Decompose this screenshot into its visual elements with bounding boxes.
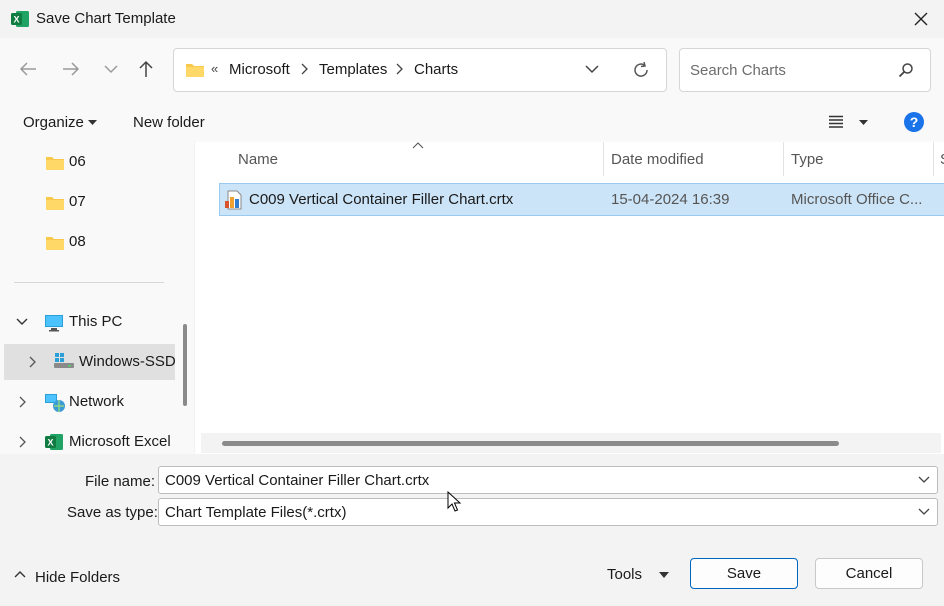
navigation-pane: 06 07 08 This PC Windows-SSD Network X M… [0, 142, 194, 454]
chevron-right-icon[interactable] [396, 62, 404, 76]
chevron-down-icon[interactable] [918, 476, 930, 484]
folder-icon [46, 197, 64, 210]
save-as-type-select[interactable]: Chart Template Files(*.crtx) [158, 498, 938, 526]
table-row[interactable]: C009 Vertical Container Filler Chart.crt… [219, 183, 944, 216]
breadcrumb-templates[interactable]: Templates [319, 61, 387, 78]
sidebar-item-label: 06 [69, 153, 86, 170]
refresh-icon[interactable] [632, 61, 650, 79]
drive-icon [54, 353, 74, 368]
sort-ascending-icon [412, 142, 424, 149]
column-divider[interactable] [933, 142, 934, 176]
caret-down-icon[interactable] [859, 120, 868, 125]
sidebar-item-label: This PC [69, 313, 123, 330]
new-folder-button[interactable]: New folder [133, 114, 205, 131]
hide-folders-button[interactable]: Hide Folders [35, 569, 120, 586]
folder-icon [46, 157, 64, 170]
sidebar-item-windows-ssd[interactable]: Windows-SSD [4, 344, 176, 380]
chart-template-file-icon [225, 190, 242, 210]
file-type: Microsoft Office C... [791, 191, 923, 208]
command-bar: Organize New folder ? [0, 102, 944, 142]
chevron-up-icon[interactable] [14, 570, 26, 578]
chevron-down-icon[interactable] [584, 63, 600, 75]
sidebar-item-label: Windows-SSD [79, 353, 176, 370]
file-name-field[interactable]: C009 Vertical Container Filler Chart.crt… [158, 466, 938, 494]
svg-text:X: X [47, 438, 53, 448]
sidebar-item-this-pc[interactable]: This PC [0, 304, 178, 340]
file-date-modified: 15-04-2024 16:39 [611, 191, 730, 208]
navigation-bar: « Microsoft Templates Charts Search Char… [0, 38, 944, 102]
window-title: Save Chart Template [36, 10, 176, 27]
sidebar-item-microsoft-excel[interactable]: X Microsoft Excel [0, 424, 178, 454]
save-as-type-value[interactable]: Chart Template Files(*.crtx) [165, 504, 346, 521]
sidebar-item-07[interactable]: 07 [0, 184, 178, 220]
close-button[interactable] [898, 0, 944, 38]
sidebar-item-06[interactable]: 06 [0, 144, 178, 180]
address-bar[interactable]: « Microsoft Templates Charts [173, 48, 667, 92]
file-list: Name Date modified Type S C009 Vertical … [195, 142, 944, 454]
sidebar-item-label: 08 [69, 233, 86, 250]
divider [14, 282, 164, 283]
network-icon [45, 394, 65, 412]
sidebar-item-label: Network [69, 393, 125, 410]
breadcrumb-charts[interactable]: Charts [414, 61, 458, 78]
chevron-right-icon[interactable] [29, 356, 37, 368]
monitor-icon [45, 315, 63, 332]
tools-button[interactable]: Tools [607, 566, 642, 583]
caret-down-icon[interactable] [88, 120, 97, 125]
help-icon[interactable]: ? [904, 112, 924, 132]
excel-icon: X [45, 434, 63, 450]
sidebar-scrollbar[interactable] [183, 324, 187, 406]
recent-locations-button[interactable] [96, 54, 126, 84]
sidebar-item-network[interactable]: Network [0, 384, 178, 420]
save-as-type-label: Save as type: [67, 504, 158, 521]
column-header-type[interactable]: Type [791, 151, 824, 168]
search-box[interactable]: Search Charts [679, 48, 931, 92]
horizontal-scrollbar[interactable] [201, 433, 941, 453]
arrow-up-icon [139, 60, 153, 77]
title-bar: X Save Chart Template [0, 0, 944, 38]
sidebar-item-label: 07 [69, 193, 86, 210]
breadcrumb-microsoft[interactable]: Microsoft [229, 61, 290, 78]
search-input[interactable]: Search Charts [690, 62, 786, 79]
column-divider[interactable] [783, 142, 784, 176]
cancel-button[interactable]: Cancel [815, 558, 923, 589]
view-list-icon[interactable] [828, 115, 844, 129]
excel-app-icon: X [11, 11, 29, 27]
chevron-down-icon[interactable] [16, 318, 28, 326]
folder-icon [46, 237, 64, 250]
sidebar-item-label: Microsoft Excel [69, 433, 171, 450]
column-divider[interactable] [603, 142, 604, 176]
save-options: File name: C009 Vertical Container Fille… [0, 454, 944, 606]
search-icon[interactable] [898, 62, 914, 78]
save-button[interactable]: Save [690, 558, 798, 589]
path-overflow-marker[interactable]: « [211, 61, 218, 76]
up-button[interactable] [131, 54, 161, 84]
sidebar-item-08[interactable]: 08 [0, 224, 178, 260]
arrow-right-icon [63, 62, 80, 76]
close-icon [914, 12, 928, 26]
mouse-cursor-icon [447, 491, 461, 512]
chevron-down-icon [104, 65, 118, 74]
file-name: C009 Vertical Container Filler Chart.crt… [249, 191, 514, 208]
svg-text:X: X [13, 15, 19, 25]
back-button[interactable] [13, 54, 43, 84]
forward-button[interactable] [56, 54, 86, 84]
column-header-name[interactable]: Name [238, 151, 278, 168]
file-name-label: File name: [85, 473, 156, 490]
scrollbar-thumb[interactable] [222, 441, 839, 446]
arrow-left-icon [19, 62, 36, 76]
file-name-input[interactable]: C009 Vertical Container Filler Chart.crt… [165, 472, 429, 489]
folder-icon [186, 64, 204, 77]
chevron-right-icon[interactable] [19, 396, 27, 408]
column-header-date-modified[interactable]: Date modified [611, 151, 704, 168]
caret-down-icon[interactable] [659, 572, 669, 578]
chevron-right-icon[interactable] [301, 62, 309, 76]
chevron-right-icon[interactable] [19, 436, 27, 448]
chevron-down-icon[interactable] [918, 508, 930, 516]
column-header-size[interactable]: S [940, 151, 944, 168]
organize-button[interactable]: Organize [23, 114, 84, 131]
